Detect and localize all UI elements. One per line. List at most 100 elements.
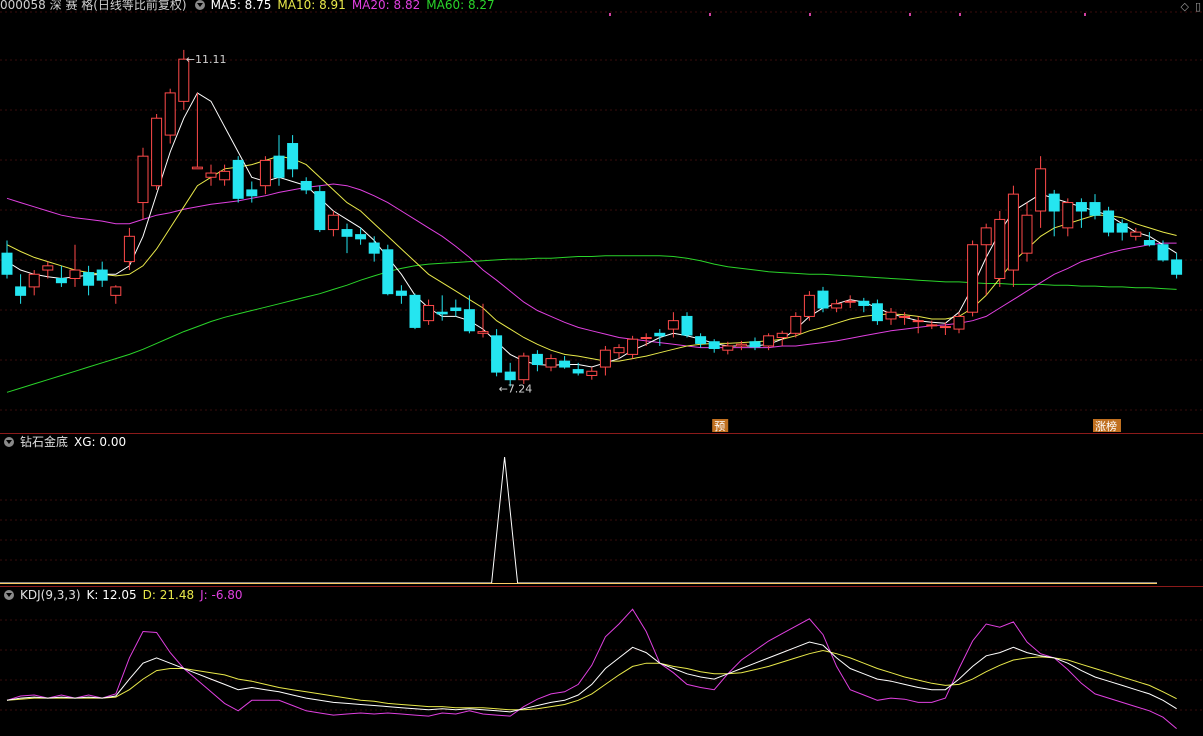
candle-body bbox=[803, 294, 815, 317]
candle-body bbox=[382, 249, 394, 295]
tag-label: 预 bbox=[714, 420, 725, 433]
grid-marker bbox=[809, 13, 811, 16]
grid-marker bbox=[909, 13, 911, 16]
candle-body bbox=[368, 242, 380, 254]
candle-body bbox=[926, 324, 938, 327]
candle-body bbox=[640, 337, 652, 340]
main-legend: 000058 深 赛 格(日线等比前复权) MA5: 8.75 MA10: 8.… bbox=[0, 0, 501, 13]
candle-body bbox=[1103, 210, 1115, 233]
ma60-label: MA60: 8.27 bbox=[426, 0, 495, 12]
ma5-label: MA5: 8.75 bbox=[210, 0, 272, 12]
grid-marker bbox=[609, 13, 611, 16]
candle-body bbox=[436, 311, 448, 315]
candle-body bbox=[69, 269, 81, 279]
candle-body bbox=[572, 369, 584, 374]
candle-body bbox=[613, 347, 625, 354]
candle-body bbox=[83, 272, 95, 286]
kdj-j-label: J: -6.80 bbox=[200, 588, 243, 602]
candle-body bbox=[450, 307, 462, 312]
grid-marker bbox=[1084, 13, 1086, 16]
stock-label: 000058 深 赛 格(日线等比前复权) bbox=[0, 0, 187, 12]
candle-body bbox=[491, 335, 503, 373]
candle-body bbox=[776, 332, 788, 339]
ma10-label: MA10: 8.91 bbox=[277, 0, 346, 12]
xg-value: XG: 0.00 bbox=[74, 435, 127, 449]
candle-body bbox=[735, 343, 747, 347]
candle-body bbox=[817, 290, 829, 309]
candle-body bbox=[722, 345, 734, 351]
candle-body bbox=[545, 358, 557, 368]
candle-body bbox=[1171, 259, 1183, 275]
candle-body bbox=[232, 159, 244, 199]
candle-body bbox=[1035, 168, 1047, 212]
candle-body bbox=[695, 336, 707, 344]
candle-body bbox=[654, 332, 666, 337]
candle-body bbox=[15, 286, 27, 296]
candle-body bbox=[137, 155, 149, 204]
panel-separator bbox=[0, 433, 1203, 434]
candle-body bbox=[912, 320, 924, 323]
top-right-icons: ◇ ▯ bbox=[1180, 0, 1201, 13]
dropdown-icon[interactable] bbox=[194, 0, 205, 10]
panel-icon[interactable]: ▯ bbox=[1195, 0, 1201, 13]
ma20-label: MA20: 8.82 bbox=[351, 0, 421, 12]
candle-body bbox=[749, 341, 761, 348]
grid-marker bbox=[959, 13, 961, 16]
candle-body bbox=[790, 315, 802, 334]
candle-body bbox=[259, 159, 271, 187]
candle-body bbox=[1116, 223, 1128, 233]
candle-body bbox=[246, 189, 258, 197]
candle-body bbox=[42, 265, 54, 271]
candle-body bbox=[1, 252, 13, 275]
candle-body bbox=[831, 303, 843, 309]
candle-body bbox=[219, 170, 231, 181]
diamond-icon[interactable]: ◇ bbox=[1180, 0, 1188, 13]
candle-body bbox=[1062, 202, 1074, 229]
candle-body bbox=[28, 273, 40, 288]
candle-body bbox=[164, 92, 176, 136]
candle-body bbox=[559, 360, 571, 368]
candle-body bbox=[871, 303, 883, 322]
candle-body bbox=[55, 277, 67, 284]
candle-body bbox=[586, 370, 598, 376]
candle-body bbox=[96, 269, 108, 281]
candle-body bbox=[1048, 193, 1060, 212]
candle-body bbox=[994, 218, 1006, 279]
candle-body bbox=[504, 371, 516, 381]
kline-chart[interactable]: ←11.11 ←7.24 预 涨榜 bbox=[0, 0, 1203, 736]
candle-body bbox=[273, 155, 285, 178]
candle-body bbox=[423, 304, 435, 322]
candle-body bbox=[1130, 231, 1142, 237]
candle-body bbox=[939, 326, 951, 329]
candle-body bbox=[355, 234, 367, 240]
kdj-d-label: D: 21.48 bbox=[142, 588, 195, 602]
candle-body bbox=[110, 286, 122, 296]
candle-body bbox=[287, 143, 299, 170]
candle-body bbox=[327, 214, 339, 231]
low-label: ←7.24 bbox=[499, 382, 533, 395]
candle-body bbox=[885, 311, 897, 320]
candle-body bbox=[763, 335, 775, 347]
xg-line bbox=[0, 456, 1157, 584]
dropdown-icon[interactable] bbox=[4, 590, 14, 600]
candle-body bbox=[205, 172, 217, 178]
kdj-k-label: K: 12.05 bbox=[86, 588, 137, 602]
candle-body bbox=[1075, 202, 1087, 212]
candle-body bbox=[409, 294, 421, 328]
candle-body bbox=[1021, 214, 1033, 254]
candle-body bbox=[531, 353, 543, 366]
kdj-legend: KDJ(9,3,3) K: 12.05 D: 21.48 J: -6.80 bbox=[0, 587, 249, 603]
panel-separator bbox=[0, 586, 1203, 587]
candle-body bbox=[395, 290, 407, 296]
candle-body bbox=[627, 338, 639, 355]
candle-body bbox=[953, 315, 965, 330]
candle-body bbox=[1143, 240, 1155, 246]
kdj-title: KDJ(9,3,3) bbox=[20, 588, 81, 602]
candle-body bbox=[899, 315, 911, 318]
candle-body bbox=[123, 235, 135, 263]
candle-body bbox=[681, 315, 693, 336]
candle-body bbox=[1089, 202, 1101, 216]
dropdown-icon[interactable] bbox=[4, 437, 14, 447]
candle-body bbox=[151, 117, 163, 187]
candle-body bbox=[708, 341, 720, 349]
